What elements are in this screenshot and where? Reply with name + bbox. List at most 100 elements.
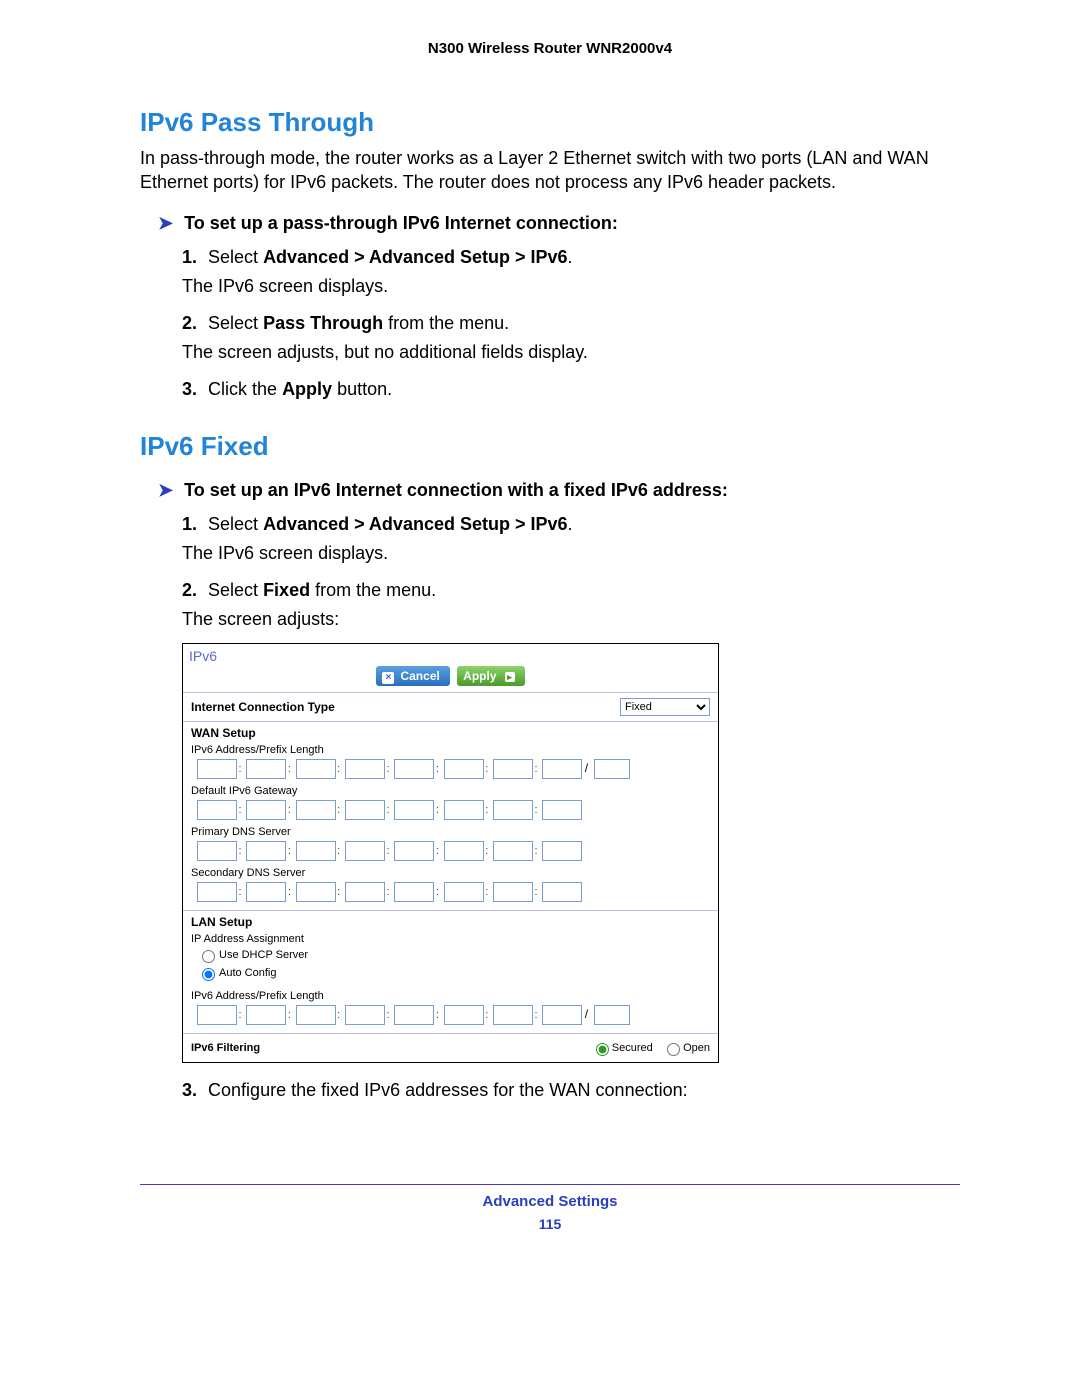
- secured-label: Secured: [612, 1042, 653, 1054]
- pdns-seg-8[interactable]: [542, 841, 582, 861]
- footer-section: Advanced Settings: [140, 1193, 960, 1210]
- use-dhcp-label: Use DHCP Server: [219, 949, 308, 961]
- lan-ipv6-seg-2[interactable]: [246, 1005, 286, 1025]
- lan-ipv6-seg-1[interactable]: [197, 1005, 237, 1025]
- open-option[interactable]: Open: [662, 1042, 710, 1054]
- auto-config-label: Auto Config: [219, 967, 276, 979]
- wan-ipv6-seg-7[interactable]: [493, 759, 533, 779]
- gw-seg-5[interactable]: [394, 800, 434, 820]
- heading-ipv6-fixed: IPv6 Fixed: [140, 431, 960, 462]
- ipv6-filtering-label: IPv6 Filtering: [191, 1042, 260, 1054]
- step-1-text-b: Advanced > Advanced Setup > IPv6: [263, 247, 567, 267]
- auto-config-row: Auto Config: [183, 964, 718, 982]
- step-2: 2. Select Fixed from the menu. The scree…: [182, 577, 960, 633]
- primary-dns-label: Primary DNS Server: [183, 824, 718, 839]
- sdns-seg-5[interactable]: [394, 882, 434, 902]
- use-dhcp-option[interactable]: Use DHCP Server: [197, 949, 308, 961]
- pdns-seg-7[interactable]: [493, 841, 533, 861]
- step-3: 3. Click the Apply button.: [182, 376, 960, 403]
- sdns-seg-2[interactable]: [246, 882, 286, 902]
- use-dhcp-row: Use DHCP Server: [183, 946, 718, 964]
- secured-radio[interactable]: [596, 1043, 609, 1056]
- gw-seg-8[interactable]: [542, 800, 582, 820]
- step-2-sub: The screen adjusts, but no additional fi…: [182, 339, 960, 366]
- pdns-seg-4[interactable]: [345, 841, 385, 861]
- step-3-text-c: button.: [332, 379, 392, 399]
- lan-ipv6-address-row: : : : : : : : /: [183, 1003, 718, 1029]
- step-1-text-c: .: [568, 247, 573, 267]
- ip-assignment-label: IP Address Assignment: [183, 931, 718, 946]
- pdns-seg-5[interactable]: [394, 841, 434, 861]
- gw-seg-4[interactable]: [345, 800, 385, 820]
- lan-ipv6-seg-6[interactable]: [444, 1005, 484, 1025]
- primary-dns-row: : : : : : : :: [183, 839, 718, 865]
- step-2-text-a: Select: [208, 580, 263, 600]
- ipv6-config-panel: IPv6 ×Cancel Apply▸ Internet Connection …: [182, 643, 719, 1063]
- lan-ipv6-seg-7[interactable]: [493, 1005, 533, 1025]
- lan-ipv6-seg-3[interactable]: [296, 1005, 336, 1025]
- step-1-sub: The IPv6 screen displays.: [182, 273, 960, 300]
- lan-ipv6-prefix[interactable]: [594, 1005, 630, 1025]
- intro-pass-through: In pass-through mode, the router works a…: [140, 146, 960, 195]
- pdns-seg-6[interactable]: [444, 841, 484, 861]
- wan-ipv6-seg-1[interactable]: [197, 759, 237, 779]
- footer-rule: [140, 1184, 960, 1185]
- auto-config-option[interactable]: Auto Config: [197, 967, 276, 979]
- page-number: 115: [140, 1216, 960, 1232]
- gw-seg-2[interactable]: [246, 800, 286, 820]
- connection-type-label: Internet Connection Type: [191, 700, 335, 714]
- step-2: 2. Select Pass Through from the menu. Th…: [182, 310, 960, 366]
- wan-ipv6-seg-5[interactable]: [394, 759, 434, 779]
- use-dhcp-radio[interactable]: [202, 950, 215, 963]
- sdns-seg-7[interactable]: [493, 882, 533, 902]
- wan-ipv6-seg-3[interactable]: [296, 759, 336, 779]
- step-1-sub: The IPv6 screen displays.: [182, 540, 960, 567]
- sdns-seg-1[interactable]: [197, 882, 237, 902]
- task-pass-through: ➤ To set up a pass-through IPv6 Internet…: [158, 213, 960, 234]
- pdns-seg-1[interactable]: [197, 841, 237, 861]
- sdns-seg-6[interactable]: [444, 882, 484, 902]
- wan-ipv6-seg-4[interactable]: [345, 759, 385, 779]
- gw-seg-7[interactable]: [493, 800, 533, 820]
- gw-seg-6[interactable]: [444, 800, 484, 820]
- step-1-text-c: .: [568, 514, 573, 534]
- close-icon: ×: [382, 672, 394, 684]
- sdns-seg-8[interactable]: [542, 882, 582, 902]
- panel-title: IPv6: [183, 644, 718, 664]
- step-1-text-b: Advanced > Advanced Setup > IPv6: [263, 514, 567, 534]
- lan-ipv6-seg-5[interactable]: [394, 1005, 434, 1025]
- wan-ipv6-address-label: IPv6 Address/Prefix Length: [183, 742, 718, 757]
- sdns-seg-4[interactable]: [345, 882, 385, 902]
- apply-button[interactable]: Apply▸: [457, 666, 524, 686]
- connection-type-select[interactable]: Fixed: [620, 698, 710, 716]
- auto-config-radio[interactable]: [202, 968, 215, 981]
- open-label: Open: [683, 1042, 710, 1054]
- wan-ipv6-seg-6[interactable]: [444, 759, 484, 779]
- steps-fixed: 1. Select Advanced > Advanced Setup > IP…: [182, 511, 960, 633]
- secured-option[interactable]: Secured: [591, 1042, 653, 1054]
- cancel-button[interactable]: ×Cancel: [376, 666, 449, 686]
- lan-ipv6-seg-4[interactable]: [345, 1005, 385, 1025]
- pdns-seg-3[interactable]: [296, 841, 336, 861]
- step-1: 1. Select Advanced > Advanced Setup > IP…: [182, 244, 960, 300]
- wan-ipv6-seg-8[interactable]: [542, 759, 582, 779]
- gw-seg-3[interactable]: [296, 800, 336, 820]
- wan-ipv6-prefix[interactable]: [594, 759, 630, 779]
- step-3: 3. Configure the fixed IPv6 addresses fo…: [182, 1077, 960, 1104]
- wan-setup-heading: WAN Setup: [183, 722, 718, 742]
- gw-seg-1[interactable]: [197, 800, 237, 820]
- wan-ipv6-address-row: : : : : : : : /: [183, 757, 718, 783]
- sdns-seg-3[interactable]: [296, 882, 336, 902]
- step-3-text-b: Apply: [282, 379, 332, 399]
- doc-header: N300 Wireless Router WNR2000v4: [140, 40, 960, 57]
- arrow-right-icon: ▸: [505, 672, 515, 682]
- step-2-sub: The screen adjusts:: [182, 606, 960, 633]
- open-radio[interactable]: [667, 1043, 680, 1056]
- step-2-text-c: from the menu.: [310, 580, 436, 600]
- button-row: ×Cancel Apply▸: [183, 664, 718, 692]
- step-2-text-b: Fixed: [263, 580, 310, 600]
- wan-ipv6-seg-2[interactable]: [246, 759, 286, 779]
- lan-ipv6-seg-8[interactable]: [542, 1005, 582, 1025]
- pdns-seg-2[interactable]: [246, 841, 286, 861]
- connection-type-row: Internet Connection Type Fixed: [183, 693, 718, 721]
